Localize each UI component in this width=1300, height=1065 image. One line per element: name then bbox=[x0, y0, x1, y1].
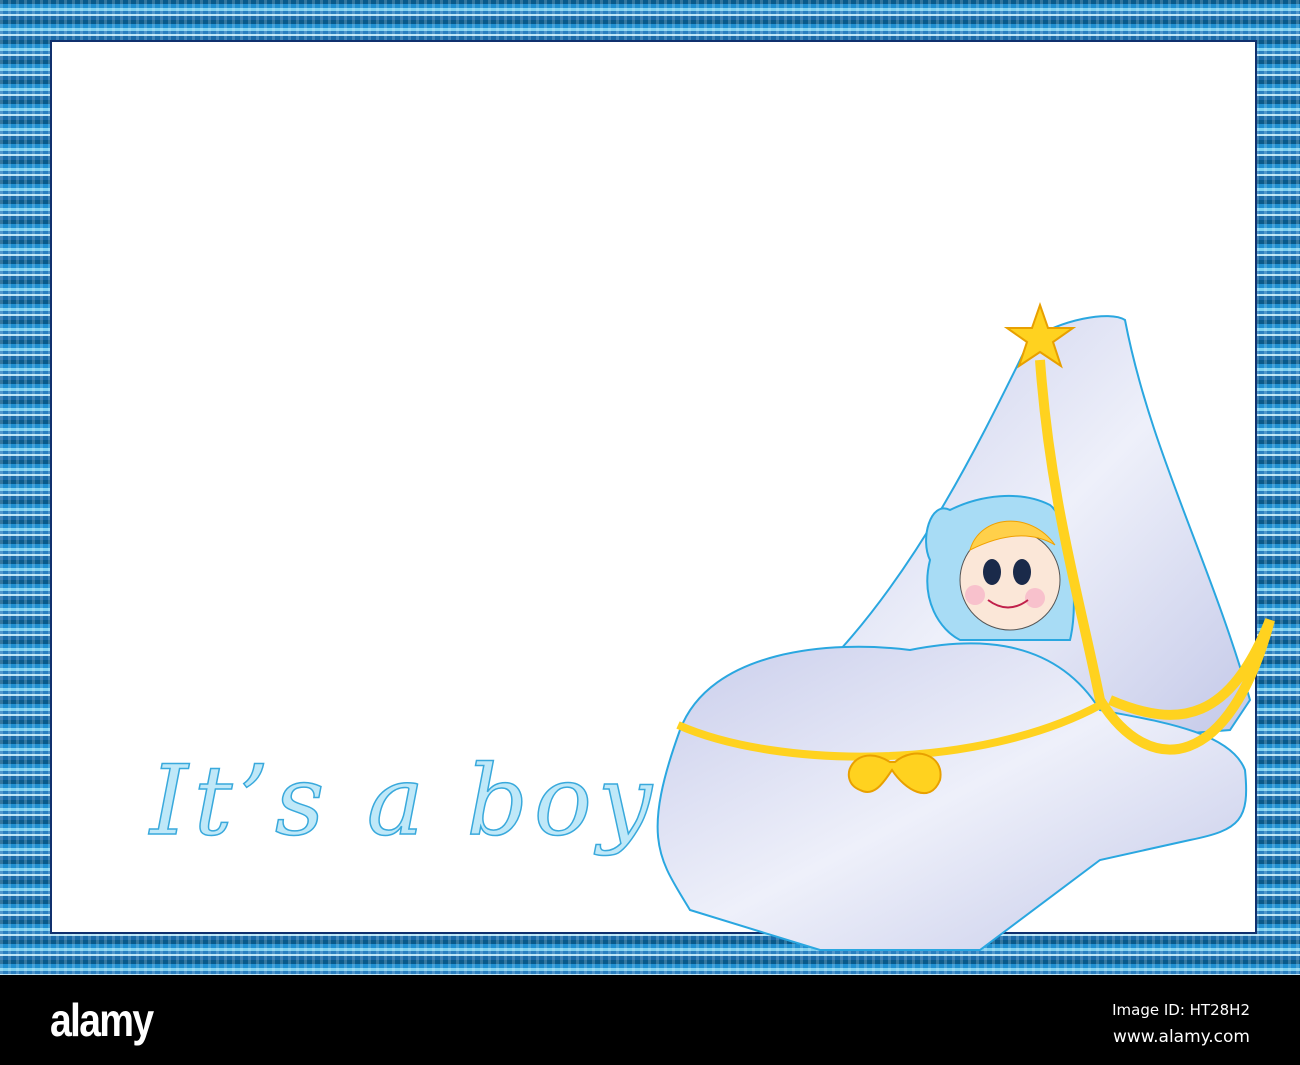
image-id: Image ID: HT28H2 bbox=[1112, 1001, 1250, 1019]
headline-text: It’s a boy bbox=[149, 744, 659, 858]
cradle-illustration bbox=[656, 301, 1275, 951]
website-link: www.alamy.com bbox=[1112, 1027, 1250, 1047]
alamy-logo: alamy bbox=[50, 994, 154, 1046]
watermark-footer: alamy Image ID: HT28H2 www.alamy.com bbox=[0, 975, 1300, 1065]
